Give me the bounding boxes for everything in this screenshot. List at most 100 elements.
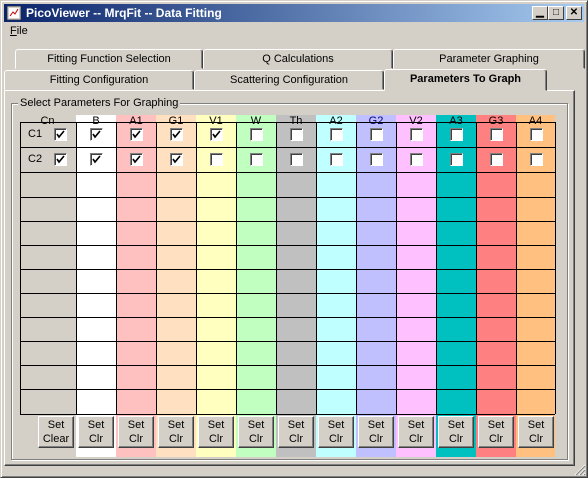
checkbox-a1-row1[interactable]: [130, 128, 143, 141]
checkbox-a4-row2[interactable]: [530, 153, 543, 166]
checkbox-cn-row1[interactable]: [54, 128, 67, 141]
grid-row-line: [20, 172, 555, 173]
set-clear-button-g3[interactable]: Set Clr: [478, 416, 514, 448]
checkbox-g3-row1[interactable]: [490, 128, 503, 141]
grid-row-line: [20, 317, 555, 318]
maximize-button[interactable]: □: [548, 6, 564, 20]
title-bar[interactable]: PicoViewer -- MrqFit -- Data Fitting ▁ □…: [4, 4, 584, 22]
row-label: C1: [28, 128, 43, 140]
checkbox-th-row2[interactable]: [290, 153, 303, 166]
column-g3: G3: [476, 115, 516, 457]
set-clear-button-v1[interactable]: Set Clr: [198, 416, 234, 448]
checkbox-a4-row1[interactable]: [530, 128, 543, 141]
window-title: PicoViewer -- MrqFit -- Data Fitting: [26, 6, 222, 20]
set-clear-button-g2[interactable]: Set Clr: [358, 416, 394, 448]
column-header: Cn: [20, 115, 75, 127]
grid-row-line: [20, 147, 555, 148]
column-header-label: V1: [207, 115, 225, 127]
tab-fitting-function-selection[interactable]: Fitting Function Selection: [15, 49, 203, 69]
button-label-clear: Clr: [368, 433, 384, 445]
grid-column-line: [516, 122, 517, 414]
column-header-label: A3: [447, 115, 465, 127]
checkbox-g1-row1[interactable]: [170, 128, 183, 141]
tab-scattering-configuration[interactable]: Scattering Configuration: [194, 70, 384, 90]
checkbox-v2-row1[interactable]: [410, 128, 423, 141]
column-th: Th: [276, 115, 316, 457]
checkbox-b-row2[interactable]: [90, 153, 103, 166]
checkbox-cn-row2[interactable]: [54, 153, 67, 166]
tab-fitting-configuration[interactable]: Fitting Configuration: [4, 70, 194, 90]
button-label-clear: Clr: [328, 433, 344, 445]
menu-file-label: ile: [16, 25, 28, 37]
resize-grip-icon[interactable]: [574, 464, 586, 476]
tab-label: Parameter Graphing: [439, 53, 539, 65]
set-clear-button-a4[interactable]: Set Clr: [518, 416, 554, 448]
button-label-set: Set: [127, 419, 145, 431]
tab-label: Q Calculations: [262, 53, 334, 65]
column-g2: G2: [356, 115, 396, 457]
checkbox-w-row2[interactable]: [250, 153, 263, 166]
checkbox-v2-row2[interactable]: [410, 153, 423, 166]
tab-q-calculations[interactable]: Q Calculations: [203, 49, 393, 69]
set-clear-button-w[interactable]: Set Clr: [238, 416, 274, 448]
button-label-clear: Clr: [528, 433, 544, 445]
set-clear-button-a1[interactable]: Set Clr: [118, 416, 154, 448]
grid-column-line: [476, 122, 477, 414]
button-label-clear: Clr: [448, 433, 464, 445]
column-header: V1: [196, 115, 236, 127]
checkbox-g3-row2[interactable]: [490, 153, 503, 166]
close-button[interactable]: ✕: [566, 6, 582, 20]
set-clear-button-th[interactable]: Set Clr: [278, 416, 314, 448]
checkbox-g2-row1[interactable]: [370, 128, 383, 141]
column-header-label: Th: [287, 115, 305, 127]
button-label-set: Set: [367, 419, 385, 431]
checkbox-g1-row2[interactable]: [170, 153, 183, 166]
set-clear-button-v2[interactable]: Set Clr: [398, 416, 434, 448]
button-label-clear: Clr: [288, 433, 304, 445]
checkmark-icon: [56, 155, 65, 164]
button-label-set: Set: [207, 419, 225, 431]
button-label-set: Set: [487, 419, 505, 431]
checkbox-a1-row2[interactable]: [130, 153, 143, 166]
button-label-clear: Clr: [88, 433, 104, 445]
column-a4: A4: [516, 115, 555, 457]
column-cn: Cn: [20, 115, 75, 457]
set-clear-button-cn[interactable]: Set Clear: [38, 416, 74, 448]
checkbox-a3-row1[interactable]: [450, 128, 463, 141]
checkbox-a2-row1[interactable]: [330, 128, 343, 141]
set-clear-button-g1[interactable]: Set Clr: [158, 416, 194, 448]
checkbox-g2-row2[interactable]: [370, 153, 383, 166]
maximize-icon: □: [552, 7, 560, 18]
set-clear-button-a2[interactable]: Set Clr: [318, 416, 354, 448]
set-clear-button-a3[interactable]: Set Clr: [438, 416, 474, 448]
column-header-label: G3: [486, 115, 506, 127]
tab-label: Parameters To Graph: [409, 73, 522, 85]
column-header: G1: [156, 115, 196, 127]
column-header-label: V2: [407, 115, 425, 127]
column-header-label: Cn: [38, 115, 57, 127]
row-label: C2: [28, 153, 43, 165]
checkmark-icon: [172, 130, 181, 139]
checkbox-w-row1[interactable]: [250, 128, 263, 141]
column-a1: A1: [116, 115, 156, 457]
checkbox-v1-row2[interactable]: [210, 153, 223, 166]
tab-parameters-to-graph[interactable]: Parameters To Graph: [384, 69, 547, 91]
menu-file[interactable]: File: [10, 25, 28, 37]
button-label-set: Set: [167, 419, 185, 431]
checkbox-a3-row2[interactable]: [450, 153, 463, 166]
column-header: B: [76, 115, 116, 127]
minimize-button[interactable]: ▁: [532, 6, 548, 20]
button-label-set: Set: [407, 419, 425, 431]
grid-column-line: [436, 122, 437, 414]
checkbox-v1-row1[interactable]: [210, 128, 223, 141]
checkbox-th-row1[interactable]: [290, 128, 303, 141]
set-clear-button-b[interactable]: Set Clr: [78, 416, 114, 448]
grid-column-line: [156, 122, 157, 414]
column-header: A3: [436, 115, 476, 127]
tab-parameter-graphing[interactable]: Parameter Graphing: [393, 49, 585, 69]
close-icon: ✕: [569, 7, 579, 18]
checkbox-a2-row2[interactable]: [330, 153, 343, 166]
column-g1: G1: [156, 115, 196, 457]
checkbox-b-row1[interactable]: [90, 128, 103, 141]
column-header: G3: [476, 115, 516, 127]
